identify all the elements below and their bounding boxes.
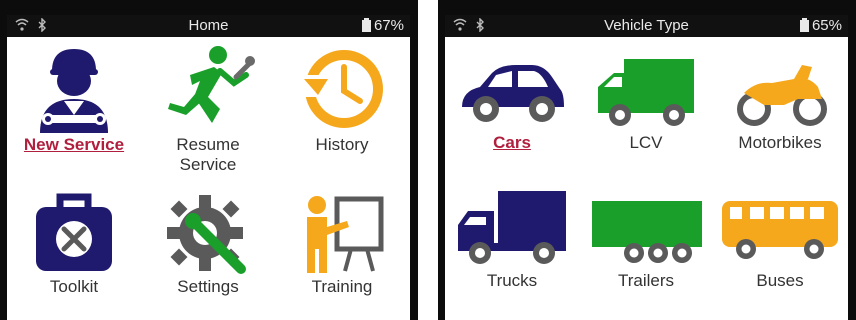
tile-label: Training — [311, 277, 373, 296]
screen-title: Home — [188, 17, 229, 34]
tile-label: Trailers — [617, 271, 675, 290]
van-icon — [598, 59, 694, 126]
presenter-board-icon — [307, 196, 384, 273]
battery-percent: 67% — [373, 17, 404, 34]
tile-label: Toolkit — [49, 277, 99, 296]
status-bar: Vehicle Type 65% — [445, 15, 848, 37]
battery-icon — [799, 17, 809, 32]
tile-label: LCV — [629, 133, 663, 152]
tile-new-service[interactable]: New Service — [7, 43, 141, 155]
screen-title: Vehicle Type — [604, 17, 689, 34]
tile-label: Resume — [176, 135, 240, 154]
tile-buses[interactable]: Buses — [713, 187, 847, 291]
battery-indicator: 67% — [361, 17, 404, 34]
tile-trailers[interactable]: Trailers — [579, 187, 713, 291]
tile-lcv[interactable]: LCV — [579, 53, 713, 153]
tile-resume-service[interactable]: Resume Service — [141, 43, 275, 175]
home-screen: Home 67% New Service Resume Service Hist… — [7, 15, 410, 320]
battery-indicator: 65% — [799, 17, 842, 34]
tile-label: History — [315, 135, 369, 154]
car-icon — [462, 65, 564, 122]
battery-percent: 65% — [811, 17, 842, 34]
tile-training[interactable]: Training — [275, 187, 409, 297]
tile-label: Buses — [756, 271, 804, 290]
mechanic-icon — [40, 49, 108, 133]
toolbox-icon — [36, 193, 112, 271]
tile-label: Motorbikes — [738, 133, 822, 152]
vehicle-type-screen: Vehicle Type 65% Cars LCV Motorbikes Tru… — [445, 15, 848, 320]
tile-toolkit[interactable]: Toolkit — [7, 187, 141, 297]
tile-label: Cars — [493, 133, 531, 152]
tile-label: New Service — [23, 135, 125, 154]
running-man-wrench-icon — [168, 46, 255, 123]
battery-icon — [361, 17, 371, 32]
vehicle-device: Vehicle Type 65% Cars LCV Motorbikes Tru… — [438, 0, 856, 320]
trailer-icon — [592, 201, 702, 263]
bus-icon — [722, 201, 838, 259]
tile-trucks[interactable]: Trucks — [445, 187, 579, 291]
status-bar: Home 67% — [7, 15, 410, 37]
tile-cars[interactable]: Cars — [445, 53, 579, 153]
motorbike-icon — [737, 65, 827, 126]
tile-motorbikes[interactable]: Motorbikes — [713, 53, 847, 153]
tile-settings[interactable]: Settings — [141, 187, 275, 297]
tile-label: Trucks — [486, 271, 538, 290]
tile-label-line2: Service — [179, 155, 237, 174]
history-clock-icon — [302, 50, 383, 128]
tile-history[interactable]: History — [275, 43, 409, 155]
truck-icon — [458, 191, 566, 264]
tile-label: Settings — [177, 277, 239, 296]
gear-wrench-icon — [167, 195, 246, 274]
home-device: Home 67% New Service Resume Service Hist… — [0, 0, 418, 320]
